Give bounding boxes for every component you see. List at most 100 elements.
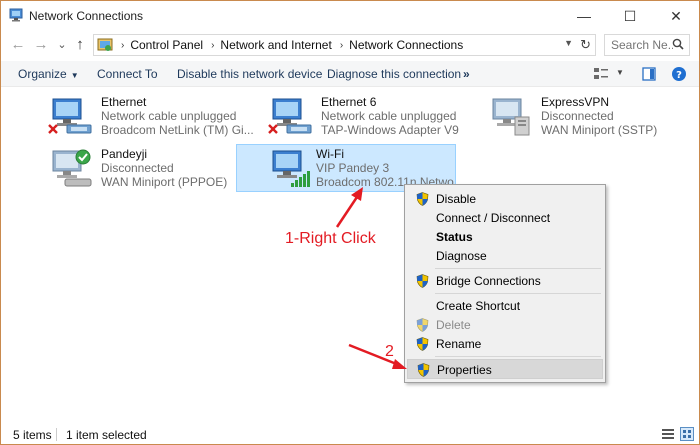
- maximize-button[interactable]: ☐: [607, 1, 653, 31]
- diagnose-connection-button[interactable]: Diagnose this connection: [327, 67, 461, 81]
- menu-item-diagnose[interactable]: Diagnose: [407, 246, 603, 266]
- annotation-step-2: 2: [385, 343, 394, 360]
- preview-pane-icon[interactable]: [642, 67, 656, 81]
- item-count: 5 items: [13, 428, 52, 442]
- breadcrumb-separator-icon[interactable]: ›: [211, 40, 214, 51]
- uac-shield-icon: [416, 337, 429, 351]
- annotation-right-click: 1-Right Click: [285, 230, 376, 247]
- up-button[interactable]: ↑: [71, 36, 89, 54]
- address-bar[interactable]: › Control Panel › Network and Internet ›…: [93, 34, 596, 56]
- connection-name: Ethernet 6: [321, 95, 377, 109]
- breadcrumb-separator-icon[interactable]: ›: [340, 40, 343, 51]
- address-dropdown-icon[interactable]: ▼: [564, 38, 573, 48]
- breadcrumb-network-connections[interactable]: Network Connections: [349, 38, 463, 52]
- menu-item-label: Rename: [436, 337, 482, 351]
- ethernet-icon: [48, 98, 92, 134]
- menu-separator: [435, 268, 601, 269]
- minimize-icon: —: [577, 8, 591, 24]
- connection-status: Network cable unplugged: [101, 109, 237, 123]
- menu-item-label: Diagnose: [436, 249, 487, 263]
- connection-status: VIP Pandey 3: [316, 161, 390, 175]
- view-options-dropdown-icon[interactable]: ▼: [616, 68, 624, 77]
- change-view-icon[interactable]: [593, 67, 609, 81]
- uac-shield-icon: [416, 274, 429, 288]
- title-bar: Network Connections — ☐ ✕: [1, 1, 699, 31]
- disable-device-button[interactable]: Disable this network device: [177, 67, 322, 81]
- recent-locations-button[interactable]: ⌄: [53, 36, 71, 54]
- connection-status: Disconnected: [541, 109, 614, 123]
- menu-separator: [435, 356, 601, 357]
- wifi-icon: [272, 150, 310, 187]
- dialup-icon: [52, 149, 92, 187]
- menu-item-label: Connect / Disconnect: [436, 211, 551, 225]
- connection-text: ExpressVPN Disconnected WAN Miniport (SS…: [541, 95, 700, 137]
- connection-name: Wi-Fi: [316, 147, 344, 161]
- menu-item-rename[interactable]: Rename: [407, 334, 603, 354]
- help-icon[interactable]: ?: [671, 66, 687, 82]
- menu-item-label: Disable: [436, 192, 477, 206]
- menu-separator: [435, 293, 601, 294]
- refresh-icon[interactable]: ↻: [580, 37, 591, 53]
- search-box[interactable]: [604, 34, 690, 56]
- up-arrow-icon: ↑: [76, 36, 84, 53]
- menu-item-connect-disconnect[interactable]: Connect / Disconnect: [407, 208, 603, 228]
- connection-text: Wi-Fi VIP Pandey 3 Broadcom 802.11n Netw…: [316, 147, 454, 189]
- menu-item-create-shortcut[interactable]: Create Shortcut: [407, 296, 603, 316]
- uac-shield-icon: [416, 318, 429, 332]
- breadcrumb-network-and-internet[interactable]: Network and Internet: [220, 38, 331, 52]
- back-button[interactable]: ←: [9, 36, 27, 54]
- forward-button[interactable]: →: [32, 36, 50, 54]
- menu-item-label: Create Shortcut: [436, 299, 521, 313]
- menu-item-disable[interactable]: Disable: [407, 189, 603, 209]
- connection-device: Broadcom NetLink (TM) Gi...: [101, 123, 254, 137]
- connection-device: WAN Miniport (SSTP): [541, 123, 658, 137]
- address-row: ← → ⌄ ↑ › Control Panel › Network and In…: [1, 31, 699, 59]
- breadcrumb-separator-icon[interactable]: ›: [121, 40, 124, 51]
- menu-item-bridge-connections[interactable]: Bridge Connections: [407, 271, 603, 291]
- vpn-icon: [492, 98, 530, 136]
- connection-expressvpn[interactable]: ExpressVPN Disconnected WAN Miniport (SS…: [483, 93, 700, 141]
- connection-name: Ethernet: [101, 95, 147, 109]
- forward-arrow-icon: →: [33, 36, 49, 53]
- menu-item-properties[interactable]: Properties: [407, 359, 603, 379]
- status-bar: 5 items 1 item selected: [1, 424, 699, 444]
- uac-shield-icon: [416, 192, 429, 206]
- close-button[interactable]: ✕: [653, 1, 699, 31]
- connection-ethernet[interactable]: Ethernet Network cable unplugged Broadco…: [43, 93, 263, 141]
- connection-ethernet-6[interactable]: Ethernet 6 Network cable unplugged TAP-W…: [263, 93, 483, 141]
- back-arrow-icon: ←: [10, 36, 26, 53]
- connection-status: Network cable unplugged: [321, 109, 457, 123]
- menu-item-status[interactable]: Status: [407, 227, 603, 247]
- context-menu: Disable Connect / Disconnect Status Diag…: [404, 184, 606, 383]
- network-connections-icon: [9, 8, 23, 22]
- close-icon: ✕: [670, 7, 682, 24]
- connection-text: Ethernet Network cable unplugged Broadco…: [101, 95, 261, 137]
- search-input[interactable]: [611, 35, 673, 55]
- menu-item-label: Bridge Connections: [436, 274, 541, 288]
- selected-count: 1 item selected: [66, 428, 147, 442]
- menu-item-label: Delete: [436, 318, 471, 332]
- connect-to-button[interactable]: Connect To: [97, 67, 158, 81]
- control-panel-icon: [97, 38, 113, 51]
- maximize-icon: ☐: [623, 7, 637, 24]
- connection-name: ExpressVPN: [541, 95, 610, 109]
- menu-item-label: Properties: [437, 363, 492, 377]
- large-icons-view-icon[interactable]: [680, 427, 694, 441]
- network-connections-window: Network Connections — ☐ ✕ ← → ⌄ ↑ › Cont…: [0, 0, 700, 445]
- ethernet-icon: [268, 98, 312, 134]
- chevron-down-icon: ⌄: [57, 39, 67, 51]
- connection-text: Ethernet 6 Network cable unplugged TAP-W…: [321, 95, 481, 137]
- status-divider: [56, 428, 57, 441]
- organize-button[interactable]: Organize ▼: [18, 67, 79, 81]
- connection-pandeyji[interactable]: Pandeyji Disconnected WAN Miniport (PPPO…: [43, 145, 263, 193]
- details-view-icon[interactable]: [661, 427, 675, 441]
- svg-text:?: ?: [676, 70, 682, 81]
- command-toolbar: Organize ▼ Connect To Disable this networ…: [1, 61, 699, 87]
- organize-label: Organize: [18, 67, 67, 81]
- breadcrumb-control-panel[interactable]: Control Panel: [130, 38, 203, 52]
- more-commands-button[interactable]: »: [463, 67, 470, 81]
- connection-device: TAP-Windows Adapter V9: [321, 123, 459, 137]
- menu-item-label: Status: [436, 230, 473, 244]
- caret-down-icon: ▼: [70, 71, 79, 80]
- minimize-button[interactable]: —: [561, 1, 607, 31]
